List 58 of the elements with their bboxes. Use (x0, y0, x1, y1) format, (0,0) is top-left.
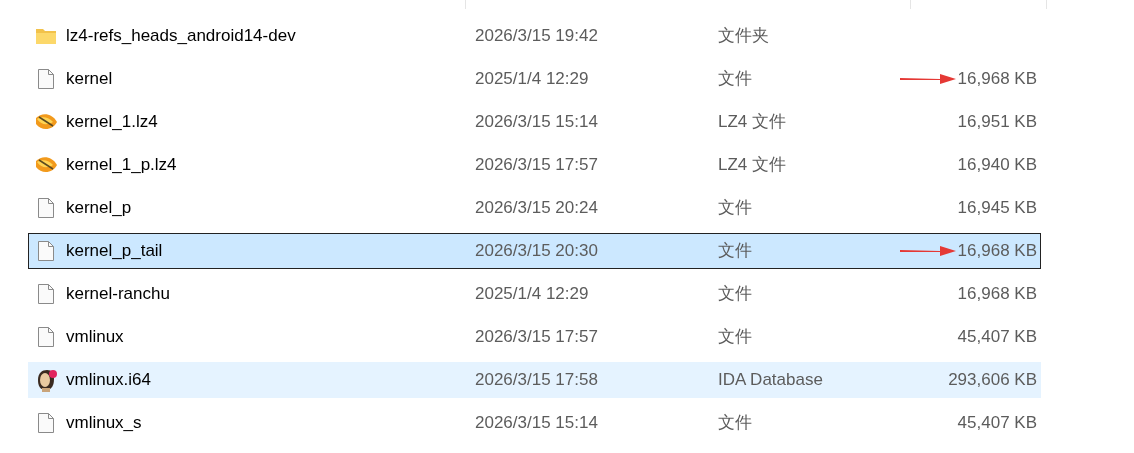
file-icon (37, 326, 55, 348)
file-name: kernel_p_tail (66, 240, 163, 263)
archive-icon (34, 155, 58, 175)
file-size: 16,968 KB (957, 68, 1037, 91)
file-type: 文件 (717, 283, 753, 306)
file-name: lz4-refs_heads_android14-dev (66, 25, 296, 48)
file-icon (37, 412, 55, 434)
file-row[interactable]: vmlinux 2026/3/15 17:57 文件 45,407 KB (28, 319, 1041, 355)
file-row[interactable]: kernel-ranchu 2025/1/4 12:29 文件 16,968 KB (28, 276, 1041, 312)
modified-date: 2026/3/15 20:30 (474, 240, 599, 263)
file-size: 16,940 KB (957, 154, 1037, 177)
file-type: 文件 (717, 68, 753, 91)
file-name: kernel_1.lz4 (66, 111, 158, 134)
file-size: 45,407 KB (957, 326, 1037, 349)
file-row[interactable]: kernel 2025/1/4 12:29 文件 16,968 KB (28, 61, 1041, 97)
file-name: kernel_1_p.lz4 (66, 154, 177, 177)
file-row[interactable]: vmlinux_s 2026/3/15 15:14 文件 45,407 KB (28, 405, 1041, 441)
modified-date: 2026/3/15 15:14 (474, 111, 599, 134)
file-row[interactable]: kernel_1.lz4 2026/3/15 15:14 LZ4 文件 16,951 KB (28, 104, 1041, 140)
file-size: 16,968 KB (957, 283, 1037, 306)
modified-date: 2026/3/15 17:57 (474, 326, 599, 349)
modified-date: 2026/3/15 19:42 (474, 25, 599, 48)
file-size: 16,945 KB (957, 197, 1037, 220)
folder-icon (35, 27, 57, 45)
file-row[interactable]: vmlinux.i64 2026/3/15 17:58 IDA Database 293,606 KB (28, 362, 1041, 398)
file-row[interactable]: kernel_p 2026/3/15 20:24 文件 16,945 KB (28, 190, 1041, 226)
file-row[interactable]: lz4-refs_heads_android14-dev 2026/3/15 19:42 文件夹 (28, 18, 1041, 54)
modified-date: 2025/1/4 12:29 (474, 283, 590, 306)
file-row[interactable]: kernel_p_tail 2026/3/15 20:30 文件 16,968 KB (28, 233, 1041, 269)
file-type: 文件夹 (717, 25, 770, 48)
file-type: 文件 (717, 326, 753, 349)
file-icon (37, 283, 55, 305)
file-size: 293,606 KB (948, 369, 1037, 392)
modified-date: 2026/3/15 17:57 (474, 154, 599, 177)
file-name: kernel-ranchu (66, 283, 170, 306)
file-name: vmlinux (66, 326, 124, 349)
file-icon (37, 197, 55, 219)
modified-date: 2025/1/4 12:29 (474, 68, 590, 91)
modified-date: 2026/3/15 17:58 (474, 369, 599, 392)
file-type: LZ4 文件 (717, 111, 788, 134)
file-name: vmlinux_s (66, 412, 142, 435)
file-size: 16,951 KB (957, 111, 1037, 134)
file-row[interactable]: kernel_1_p.lz4 2026/3/15 17:57 LZ4 文件 16,940 KB (28, 147, 1041, 183)
modified-date: 2026/3/15 20:24 (474, 197, 599, 220)
file-size: 45,407 KB (957, 412, 1037, 435)
file-type: 文件 (717, 412, 753, 435)
file-name: kernel (66, 68, 113, 91)
file-name: vmlinux.i64 (66, 369, 152, 392)
file-type: LZ4 文件 (717, 154, 788, 177)
file-size: 16,968 KB (957, 240, 1037, 263)
file-type: 文件 (717, 197, 753, 220)
file-type: IDA Database (717, 369, 824, 392)
file-type: 文件 (717, 240, 753, 263)
file-name: kernel_p (66, 197, 132, 220)
file-icon (37, 68, 55, 90)
file-icon (37, 240, 55, 262)
archive-icon (34, 112, 58, 132)
modified-date: 2026/3/15 15:14 (474, 412, 599, 435)
